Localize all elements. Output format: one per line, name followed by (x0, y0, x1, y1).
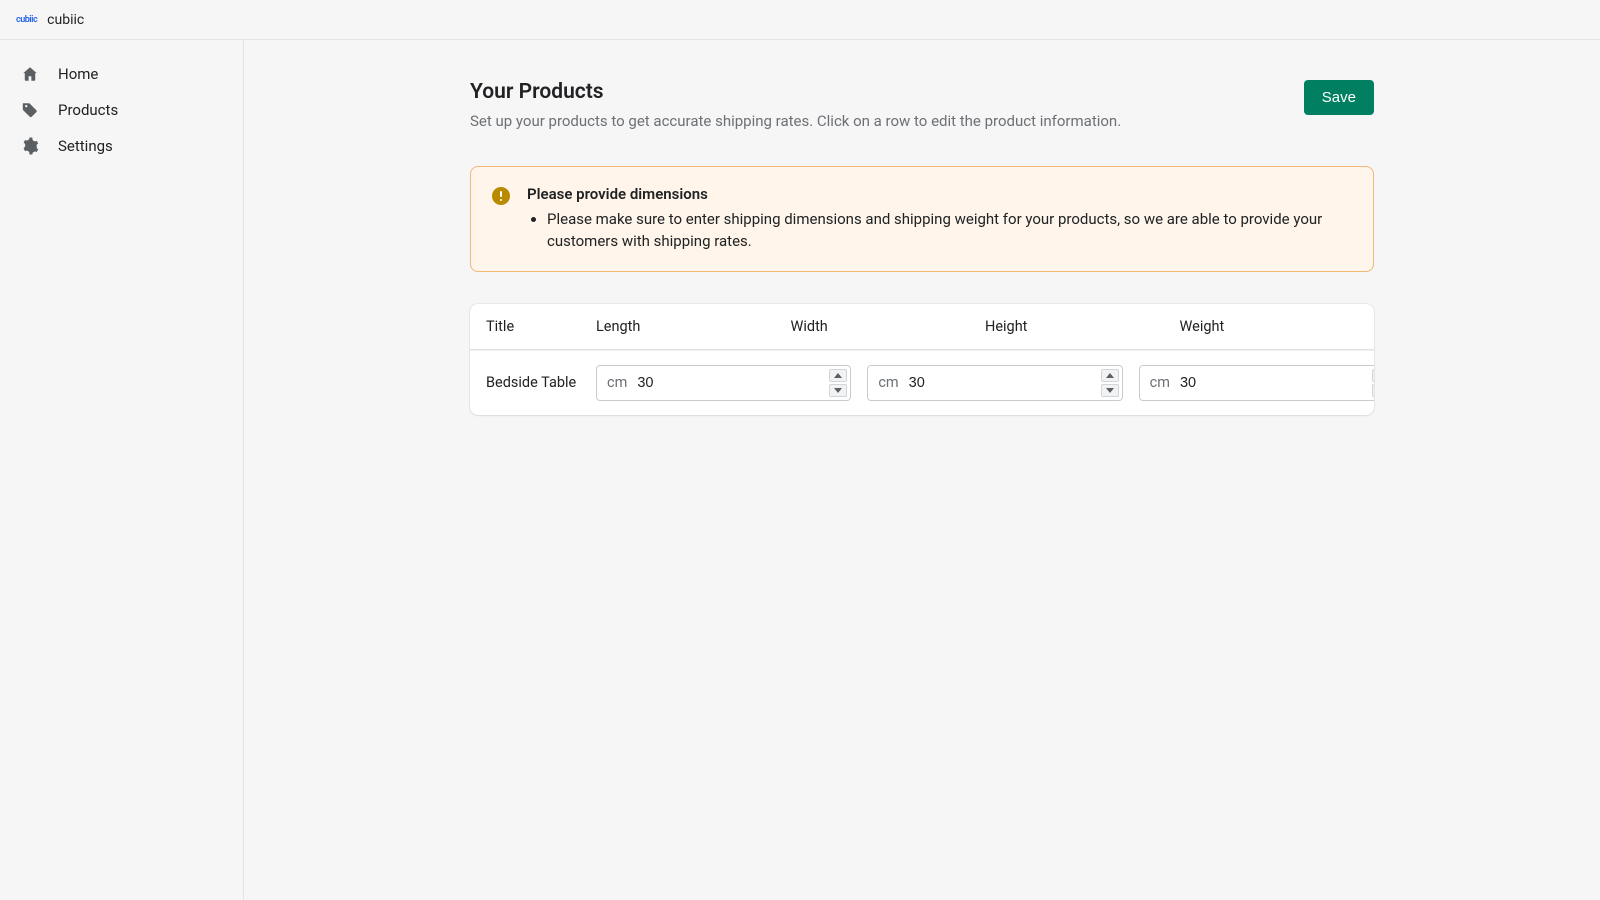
height-input[interactable] (1180, 366, 1374, 400)
stepper-up-icon[interactable] (829, 369, 847, 382)
length-stepper (829, 369, 847, 397)
gear-icon (20, 136, 40, 156)
length-input-wrapper: cm (596, 365, 851, 401)
warning-icon (491, 186, 511, 206)
page-subtitle: Set up your products to get accurate shi… (470, 112, 1121, 130)
width-unit: cm (868, 374, 908, 391)
products-table: Title Length Width Height Weight Bedside… (470, 304, 1374, 415)
sidebar-item-label: Settings (58, 137, 113, 155)
product-title: Bedside Table (486, 373, 596, 393)
main-content: Your Products Set up your products to ge… (244, 40, 1600, 900)
header-weight: Weight (1180, 318, 1359, 335)
tag-icon (20, 100, 40, 120)
sidebar-item-products[interactable]: Products (0, 92, 243, 128)
app-name: cubiic (47, 12, 84, 28)
height-stepper (1372, 369, 1374, 397)
width-input-wrapper: cm (867, 365, 1122, 401)
stepper-down-icon[interactable] (829, 384, 847, 397)
sidebar: Home Products Settings (0, 40, 244, 900)
sidebar-item-label: Home (58, 65, 98, 83)
header-length: Length (596, 318, 791, 335)
header-title: Title (486, 318, 596, 335)
save-button[interactable]: Save (1304, 80, 1374, 115)
length-unit: cm (597, 374, 637, 391)
width-input[interactable] (909, 366, 1122, 400)
sidebar-item-home[interactable]: Home (0, 56, 243, 92)
warning-banner: Please provide dimensions Please make su… (470, 166, 1374, 272)
banner-title: Please provide dimensions (527, 185, 1353, 203)
stepper-down-icon[interactable] (1372, 384, 1374, 397)
logo-mark-icon: cubiic (16, 15, 37, 25)
stepper-down-icon[interactable] (1101, 384, 1119, 397)
height-unit: cm (1140, 374, 1180, 391)
sidebar-item-settings[interactable]: Settings (0, 128, 243, 164)
header-height: Height (985, 318, 1180, 335)
height-input-wrapper: cm (1139, 365, 1374, 401)
topbar: cubiic cubiic (0, 0, 1600, 40)
app-logo[interactable]: cubiic cubiic (16, 12, 84, 28)
length-input[interactable] (637, 366, 850, 400)
width-stepper (1101, 369, 1119, 397)
sidebar-item-label: Products (58, 101, 118, 119)
stepper-up-icon[interactable] (1101, 369, 1119, 382)
table-header-row: Title Length Width Height Weight (470, 304, 1374, 350)
stepper-up-icon[interactable] (1372, 369, 1374, 382)
page-title: Your Products (470, 80, 1121, 104)
header-width: Width (791, 318, 986, 335)
home-icon (20, 64, 40, 84)
banner-bullet: Please make sure to enter shipping dimen… (547, 209, 1353, 253)
table-row[interactable]: Bedside Table cm cm (470, 350, 1374, 415)
